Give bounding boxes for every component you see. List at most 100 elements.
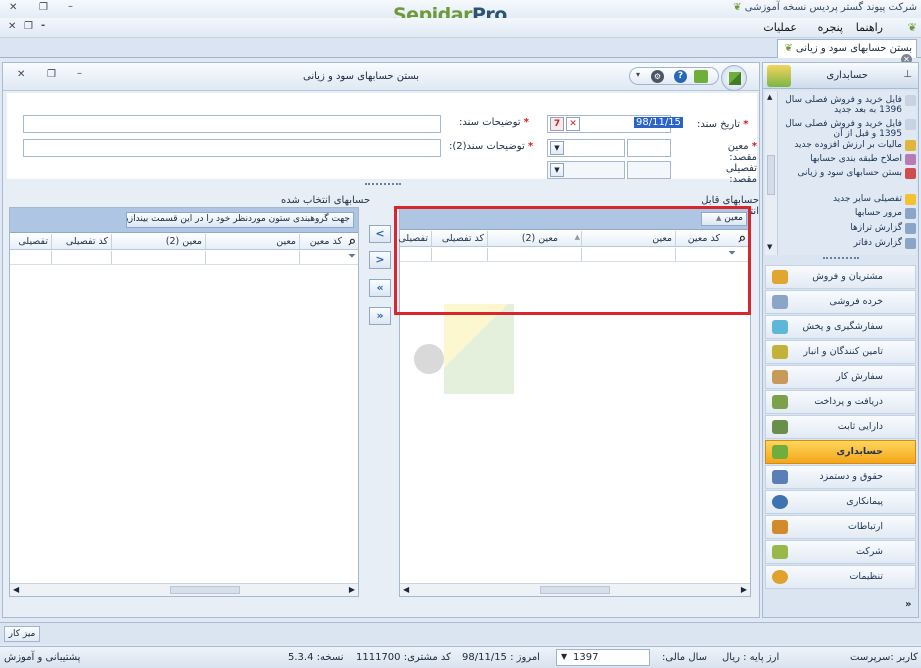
col-detail-code[interactable]: کد تفصیلی <box>66 236 108 247</box>
filter-icon[interactable]: ⏷ <box>348 251 356 262</box>
chevron-down-icon[interactable]: ▼ <box>550 163 564 177</box>
module-label: دارایی ثابت <box>837 421 883 432</box>
watermark-shape <box>444 304 514 394</box>
module-fixed-assets[interactable]: دارایی ثابت <box>765 415 916 439</box>
module-accounting[interactable]: حسابداری <box>765 440 916 464</box>
module-sales[interactable]: مشتریان و فروش <box>765 265 916 289</box>
module-distribution[interactable]: سفارشگیری و پخش <box>765 315 916 339</box>
menu-help[interactable]: راهنما <box>856 21 883 34</box>
main-panel: ✕ ❐ – بستن حسابهای سود و زیانی ▾ ⚙ ? * ت… <box>2 62 760 618</box>
task-item[interactable]: فایل خرید و فروش فصلی سال 1396 به بعد جد… <box>774 95 916 115</box>
document-tab-strip: بستن حسابهای سود و زیانی ❦ ✕ <box>0 38 921 65</box>
module-work-order[interactable]: سفارش کار <box>765 365 916 389</box>
task-item[interactable]: اصلاح طبقه بندی حسابها <box>774 154 916 165</box>
mdi-restore-icon[interactable]: ❐ <box>24 21 33 32</box>
dest-detail-name-field[interactable]: ▼ <box>547 161 625 179</box>
minimize-window-icon[interactable]: – <box>68 1 73 12</box>
module-contracting[interactable]: پیمانکاری <box>765 490 916 514</box>
scroll-right-icon[interactable]: ▶ <box>741 585 747 594</box>
support-link[interactable]: پشتیبانی و آموزش <box>4 652 80 663</box>
task-item[interactable]: مالیات بر ارزش افزوده جدید <box>774 140 916 151</box>
chevron-down-icon[interactable]: ▼ <box>550 141 564 155</box>
browse-icon <box>905 208 916 219</box>
module-company[interactable]: شرکت <box>765 540 916 564</box>
module-label: مشتریان و فروش <box>812 271 883 282</box>
fixed-assets-icon <box>772 420 788 434</box>
restore-window-icon[interactable]: ❐ <box>39 2 48 13</box>
scroll-up-icon[interactable]: ▲ <box>767 93 772 101</box>
module-settings[interactable]: تنظیمات <box>765 565 916 589</box>
description-input[interactable] <box>23 115 441 133</box>
task-label: گزارش دفاتر <box>853 238 902 248</box>
app-leaf-icon: ❦ <box>907 21 917 34</box>
task-item[interactable]: فایل خرید و فروش فصلی سال 1395 و قبل از … <box>774 119 916 139</box>
col-moein-code[interactable]: کد معین <box>310 236 342 247</box>
col-moein[interactable]: معین <box>276 236 296 247</box>
scroll-right-icon[interactable]: ▶ <box>349 585 355 594</box>
module-retail[interactable]: خرده فروشی <box>765 290 916 314</box>
sidebar-splitter[interactable] <box>823 257 859 260</box>
module-payroll[interactable]: حقوق و دستمزد <box>765 465 916 489</box>
required-marker: * <box>523 117 529 128</box>
doc-tab[interactable]: بستن حسابهای سود و زیانی ❦ ✕ <box>777 39 917 65</box>
move-left-button[interactable]: < <box>369 225 391 243</box>
date-cancel-icon[interactable]: ✕ <box>566 117 580 131</box>
close-window-icon[interactable]: ✕ <box>9 2 17 13</box>
toolbar-help-icon[interactable]: ? <box>674 70 687 83</box>
module-treasury[interactable]: دریافت و پرداخت <box>765 390 916 414</box>
task-item[interactable]: بستن حسابهای سود و زیانی <box>774 168 916 179</box>
splitter-grip[interactable] <box>365 183 401 187</box>
module-label: خرده فروشی <box>829 296 883 307</box>
horizontal-scrollbar[interactable]: ◀ ▶ <box>400 583 750 596</box>
task-item[interactable]: تفصیلی سایر جدید <box>774 194 916 205</box>
leaf-icon: ❦ <box>733 2 742 13</box>
toolbar-settings-icon[interactable]: ⚙ <box>651 70 664 83</box>
panel-close-icon[interactable]: ✕ <box>17 69 25 80</box>
document-icon <box>905 119 916 130</box>
module-suppliers[interactable]: تامین کنندگان و انبار <box>765 340 916 364</box>
scroll-thumb[interactable] <box>540 586 610 594</box>
toolbar-dropdown-icon[interactable]: ▾ <box>636 70 640 79</box>
scroll-left-icon[interactable]: ◀ <box>403 585 409 594</box>
accounting-module-icon <box>767 65 791 87</box>
task-item[interactable]: مرور حسابها <box>774 208 916 219</box>
search-icon[interactable]: ⌕ <box>349 234 356 249</box>
move-all-right-button[interactable]: » <box>369 307 391 325</box>
menu-window[interactable]: پنجره <box>818 21 843 34</box>
toolbar-refresh-icon[interactable] <box>694 70 708 83</box>
scroll-thumb[interactable] <box>170 586 240 594</box>
pin-icon[interactable]: ⊥ <box>903 69 912 80</box>
date-field[interactable]: 7 ✕ 98/11/15 <box>547 115 683 133</box>
scroll-down-icon[interactable]: ▼ <box>767 243 772 251</box>
dest-detail-code-field[interactable] <box>627 161 671 179</box>
panel-minimize-icon[interactable]: – <box>77 68 82 79</box>
desktop-button[interactable]: میز کار <box>4 626 40 642</box>
description-label: * توضیحات سند: <box>459 117 529 128</box>
doc-tab-icon: ❦ <box>784 43 793 54</box>
col-moein2[interactable]: معین (2) <box>166 236 202 247</box>
dest-account-code-field[interactable] <box>627 139 671 157</box>
report-icon <box>905 238 916 249</box>
task-item[interactable]: گزارش دفاتر <box>774 238 916 249</box>
description2-input[interactable] <box>23 139 441 157</box>
filter-row[interactable]: ⏷ <box>10 251 358 265</box>
horizontal-scrollbar[interactable]: ◀ ▶ <box>10 583 358 596</box>
expand-chevron-icon[interactable]: » <box>905 599 911 610</box>
mdi-close-icon[interactable]: ✕ <box>8 21 16 32</box>
panel-restore-icon[interactable]: ❐ <box>47 69 56 80</box>
move-right-button[interactable]: > <box>369 251 391 269</box>
module-communications[interactable]: ارتباطات <box>765 515 916 539</box>
date-clear-icon[interactable]: 7 <box>550 117 564 131</box>
dest-account-name-field[interactable]: ▼ <box>547 139 625 157</box>
mdi-minimize-icon[interactable]: - <box>41 20 45 31</box>
move-all-left-button[interactable]: « <box>369 279 391 297</box>
scroll-left-icon[interactable]: ◀ <box>13 585 19 594</box>
col-detail[interactable]: تفصیلی <box>18 236 48 247</box>
task-item[interactable]: گزارش ترازها <box>774 223 916 234</box>
fiscal-year-select[interactable]: ▼ 1397 <box>556 649 650 666</box>
menu-operations[interactable]: عملیات <box>763 21 797 34</box>
retail-icon <box>772 295 788 309</box>
tax-icon <box>905 140 916 151</box>
required-marker: * <box>743 119 749 130</box>
chevron-down-icon[interactable]: ▼ <box>561 652 567 661</box>
